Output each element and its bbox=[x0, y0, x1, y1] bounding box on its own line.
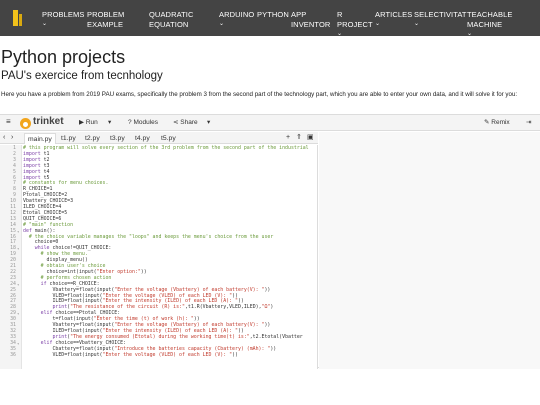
nav-item-label: R PROJECT bbox=[337, 10, 373, 29]
remix-icon: ✎ bbox=[484, 119, 490, 126]
tab-t1-py[interactable]: t1.py bbox=[58, 133, 79, 144]
code-text: VLED=float(input("Enter the voltage (VLE… bbox=[23, 351, 238, 358]
modules-label: Modules bbox=[133, 119, 159, 126]
chevron-down-icon: ⌄ bbox=[467, 31, 473, 37]
share-icon: ⋖ bbox=[173, 119, 179, 126]
login-icon[interactable]: ⇥ bbox=[526, 118, 531, 128]
play-icon: ▶ bbox=[79, 119, 84, 126]
output-panel[interactable] bbox=[319, 132, 540, 369]
nav-item-teachable-machine[interactable]: TEACHABLE MACHINE ⌄ bbox=[467, 10, 527, 38]
nav-item-python[interactable]: PYTHON bbox=[257, 10, 289, 20]
remix-label: Remix bbox=[491, 119, 510, 126]
chevron-down-icon: ⌄ bbox=[219, 21, 225, 27]
run-button[interactable]: ▶ Run bbox=[79, 118, 98, 128]
chevron-down-icon: ⌄ bbox=[42, 21, 48, 27]
chevron-down-icon: ⌄ bbox=[375, 21, 381, 27]
share-label: Share bbox=[180, 119, 198, 126]
modules-button[interactable]: ? Modules bbox=[128, 118, 158, 128]
tab-t4-py[interactable]: t4.py bbox=[132, 133, 153, 144]
tab-t3-py[interactable]: t3.py bbox=[107, 133, 128, 144]
question-icon: ? bbox=[128, 119, 132, 126]
nav-item-problems[interactable]: PROBLEMS ⌄ bbox=[42, 10, 85, 28]
nav-item-label: SELECTIVITAT bbox=[414, 10, 467, 19]
file-tabs: ‹ › main.py t1.py t2.py t3.py t4.py t5.py bbox=[0, 132, 318, 144]
nav-item-r-project[interactable]: R PROJECT ⌄ bbox=[337, 10, 373, 38]
nav-item-label: PYTHON bbox=[257, 10, 289, 19]
site-logo-icon[interactable] bbox=[10, 8, 26, 28]
nav-item-label: ARTICLES bbox=[375, 10, 413, 19]
menu-icon[interactable]: ≡ bbox=[6, 117, 11, 127]
run-label: Run bbox=[85, 119, 98, 126]
trinket-logo[interactable]: trinket bbox=[20, 116, 70, 129]
code-editor[interactable]: 1 # this program will solve every section… bbox=[0, 145, 318, 369]
nav-item-label: APP INVENTOR bbox=[291, 10, 331, 29]
nav-item-problem-example[interactable]: PROBLEM EXAMPLE bbox=[87, 10, 143, 30]
upload-file-icon[interactable]: ⇑ bbox=[296, 133, 302, 143]
tab-t2-py[interactable]: t2.py bbox=[82, 133, 103, 144]
nav-item-app-inventor[interactable]: APP INVENTOR bbox=[291, 10, 333, 30]
add-file-icon[interactable]: + bbox=[286, 133, 290, 143]
remix-button[interactable]: ✎ Remix bbox=[484, 118, 510, 128]
tab-scroll-right-icon[interactable]: › bbox=[11, 133, 13, 143]
chevron-down-icon: ⌄ bbox=[337, 31, 343, 37]
line-number: 36 bbox=[10, 351, 16, 358]
trinket-toolbar: ≡ trinket ▶ Run ▾ ? Modules ⋖ Share ▾ ✎ … bbox=[0, 115, 540, 131]
nav-item-label: QUADRATIC EQUATION bbox=[149, 10, 194, 29]
image-library-icon[interactable]: ▣ bbox=[307, 133, 314, 143]
top-navigation: PROBLEMS ⌄ PROBLEM EXAMPLE QUADRATIC EQUATI… bbox=[0, 0, 540, 38]
nav-item-label: ARDUINO bbox=[219, 10, 255, 19]
tab-main-py[interactable]: main.py bbox=[24, 133, 56, 144]
trinket-embed: ≡ trinket ▶ Run ▾ ? Modules ⋖ Share ▾ ✎ … bbox=[0, 114, 540, 369]
nav-item-articles[interactable]: ARTICLES ⌄ bbox=[375, 10, 413, 28]
run-options-chevron-icon[interactable]: ▾ bbox=[108, 118, 111, 128]
trinket-logo-icon bbox=[20, 118, 31, 129]
tab-actions: + ⇑ ▣ bbox=[284, 132, 318, 144]
tab-scroll-left-icon[interactable]: ‹ bbox=[3, 133, 5, 143]
trinket-brand: trinket bbox=[33, 116, 64, 127]
nav-item-label: TEACHABLE MACHINE bbox=[467, 10, 513, 29]
page-title: Python projects bbox=[1, 47, 126, 67]
tab-t5-py[interactable]: t5.py bbox=[158, 133, 179, 144]
nav-item-label: PROBLEMS bbox=[42, 10, 85, 19]
share-options-chevron-icon[interactable]: ▾ bbox=[207, 118, 210, 128]
nav-item-arduino[interactable]: ARDUINO ⌄ bbox=[219, 10, 255, 28]
page-intro: Here you have a problem from 2019 PAU ex… bbox=[1, 91, 518, 98]
share-button[interactable]: ⋖ Share bbox=[173, 118, 198, 128]
code-line: 36 VLED=float(input("Enter the voltage (… bbox=[0, 351, 317, 359]
page-subtitle: PAU's exercice from tecnhology bbox=[1, 70, 163, 82]
nav-item-label: PROBLEM EXAMPLE bbox=[87, 10, 125, 29]
chevron-down-icon: ⌄ bbox=[414, 21, 420, 27]
nav-item-selectivitat[interactable]: SELECTIVITAT ⌄ bbox=[414, 10, 467, 28]
nav-item-quadratic-equation[interactable]: QUADRATIC EQUATION bbox=[149, 10, 211, 30]
